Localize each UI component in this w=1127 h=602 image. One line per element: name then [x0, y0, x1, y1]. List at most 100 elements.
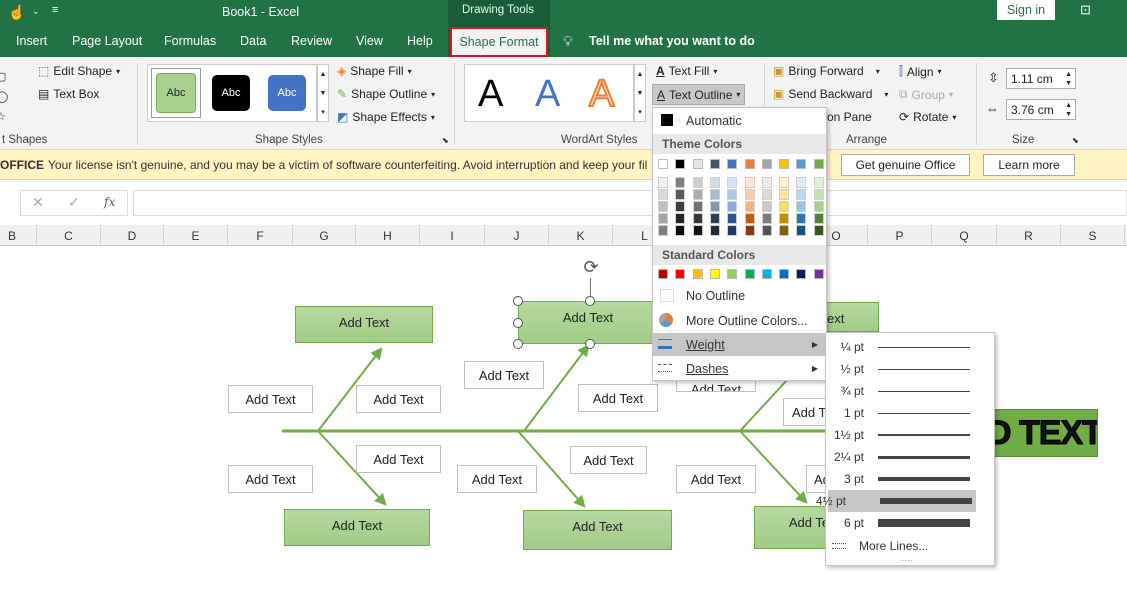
- ribbon-display-icon[interactable]: ⊡: [1080, 2, 1091, 18]
- weight-option[interactable]: 1 pt: [826, 402, 994, 424]
- text-outline-button[interactable]: A Text Outline ▾: [652, 84, 746, 105]
- weight-option[interactable]: ¾ pt: [826, 380, 994, 402]
- automatic-color-item[interactable]: Automatic: [653, 109, 826, 132]
- resize-handle[interactable]: [513, 339, 523, 349]
- qat-dropdown-icon[interactable]: ⌄: [32, 6, 40, 17]
- weight-option[interactable]: 4½ pt: [816, 490, 976, 512]
- standard-color-swatch[interactable]: [692, 269, 703, 279]
- tab-shape-format[interactable]: Shape Format: [450, 27, 548, 57]
- wordart-orange[interactable]: A: [588, 72, 615, 116]
- get-genuine-button[interactable]: Get genuine Office: [841, 154, 970, 176]
- theme-shade-swatch[interactable]: [744, 201, 755, 212]
- standard-color-swatch[interactable]: [796, 269, 807, 279]
- weight-option[interactable]: 6 pt: [826, 512, 994, 534]
- column-header-q[interactable]: Q: [932, 225, 997, 246]
- wordart-head-box[interactable]: D TEXT: [992, 409, 1098, 457]
- tab-review[interactable]: Review: [291, 34, 332, 48]
- theme-shade-swatch[interactable]: [709, 201, 720, 212]
- standard-color-swatch[interactable]: [727, 269, 738, 279]
- theme-shade-swatch[interactable]: [692, 177, 703, 188]
- style-swatch-blue[interactable]: Abc: [268, 75, 306, 111]
- theme-shade-swatch[interactable]: [813, 201, 824, 212]
- spinner-icon[interactable]: ▲ ▼: [1065, 101, 1072, 119]
- diagram-box-partial[interactable]: ext: [826, 302, 879, 332]
- cancel-icon[interactable]: ✕: [32, 194, 44, 211]
- signin-button[interactable]: Sign in: [997, 0, 1055, 20]
- column-header-g[interactable]: G: [293, 225, 356, 246]
- weight-option[interactable]: 2¼ pt: [826, 446, 994, 468]
- resize-grip-icon[interactable]: ····: [901, 555, 913, 565]
- theme-shade-swatch[interactable]: [779, 177, 790, 188]
- resize-handle[interactable]: [585, 339, 595, 349]
- theme-shade-swatch[interactable]: [813, 225, 824, 236]
- align-button[interactable]: ⫿ Align ▾: [899, 64, 942, 79]
- theme-shade-swatch[interactable]: [779, 201, 790, 212]
- weight-option[interactable]: ¼ pt: [826, 336, 994, 358]
- no-outline-item[interactable]: No Outline: [653, 284, 826, 307]
- column-header-f[interactable]: F: [228, 225, 293, 246]
- theme-shade-swatch[interactable]: [709, 189, 720, 200]
- standard-color-swatch[interactable]: [675, 269, 686, 279]
- column-header-p[interactable]: P: [868, 225, 932, 246]
- standard-color-swatch[interactable]: [744, 269, 755, 279]
- wordart-scroll[interactable]: ▲ ▼ ▾: [634, 64, 646, 122]
- tab-view[interactable]: View: [356, 34, 383, 48]
- theme-shade-swatch[interactable]: [813, 177, 824, 188]
- spinner-icon[interactable]: ▲ ▼: [1065, 70, 1072, 88]
- theme-shade-swatch[interactable]: [779, 225, 790, 236]
- theme-shade-swatch[interactable]: [761, 189, 772, 200]
- theme-shade-swatch[interactable]: [813, 213, 824, 224]
- column-header-d[interactable]: D: [101, 225, 164, 246]
- column-header-k[interactable]: K: [549, 225, 613, 246]
- theme-shade-swatch[interactable]: [658, 225, 668, 236]
- standard-color-swatch[interactable]: [709, 269, 720, 279]
- theme-shade-swatch[interactable]: [709, 177, 720, 188]
- resize-handle[interactable]: [585, 296, 595, 306]
- theme-shade-swatch[interactable]: [692, 225, 703, 236]
- theme-shade-swatch[interactable]: [727, 189, 738, 200]
- theme-color-swatch[interactable]: [709, 159, 720, 169]
- text-box[interactable]: Add Text: [457, 465, 537, 493]
- column-header-e[interactable]: E: [164, 225, 228, 246]
- text-box[interactable]: Add Text: [464, 361, 544, 389]
- standard-color-swatch[interactable]: [813, 269, 824, 279]
- theme-shade-swatch[interactable]: [727, 213, 738, 224]
- theme-shade-swatch[interactable]: [744, 189, 755, 200]
- rotate-button[interactable]: ⟳ Rotate ▾: [899, 110, 956, 124]
- resize-handle[interactable]: [513, 318, 523, 328]
- theme-shade-swatch[interactable]: [692, 189, 703, 200]
- theme-color-swatch[interactable]: [779, 159, 790, 169]
- weight-option[interactable]: ½ pt: [826, 358, 994, 380]
- formula-input[interactable]: [133, 190, 1127, 216]
- column-header-b[interactable]: B: [0, 225, 37, 246]
- diagram-box-partial[interactable]: Add Text: [754, 506, 839, 549]
- selection-pane-button[interactable]: on Pane: [827, 110, 872, 124]
- theme-shade-swatch[interactable]: [658, 213, 668, 224]
- shape-outline-button[interactable]: ✎ Shape Outline ▾: [337, 87, 435, 101]
- theme-shade-swatch[interactable]: [709, 225, 720, 236]
- text-fill-button[interactable]: A Text Fill ▾: [656, 64, 717, 78]
- theme-shade-swatch[interactable]: [675, 177, 686, 188]
- theme-color-swatch[interactable]: [761, 159, 772, 169]
- text-box[interactable]: Add Text: [228, 465, 313, 493]
- theme-shade-swatch[interactable]: [761, 201, 772, 212]
- column-header-r[interactable]: R: [997, 225, 1061, 246]
- theme-shade-swatch[interactable]: [658, 189, 668, 200]
- column-header-i[interactable]: I: [420, 225, 485, 246]
- theme-shade-swatch[interactable]: [744, 213, 755, 224]
- theme-shade-swatch[interactable]: [692, 201, 703, 212]
- text-box[interactable]: Add Text: [570, 446, 647, 474]
- weight-option[interactable]: 3 pt: [826, 468, 994, 490]
- column-header-j[interactable]: J: [485, 225, 549, 246]
- diagram-box[interactable]: Add Text: [284, 509, 430, 546]
- wordart-black[interactable]: A: [478, 73, 503, 116]
- theme-shade-swatch[interactable]: [658, 201, 668, 212]
- dashes-item[interactable]: Dashes ▶: [653, 357, 826, 380]
- theme-shade-swatch[interactable]: [692, 213, 703, 224]
- text-box-button[interactable]: ▤ Text Box: [38, 87, 99, 101]
- text-box[interactable]: Add Text: [578, 384, 658, 412]
- diagram-box[interactable]: Add Text: [523, 510, 672, 550]
- tab-help[interactable]: Help: [407, 34, 433, 48]
- theme-shade-swatch[interactable]: [796, 213, 807, 224]
- text-box[interactable]: Add Text: [356, 445, 441, 473]
